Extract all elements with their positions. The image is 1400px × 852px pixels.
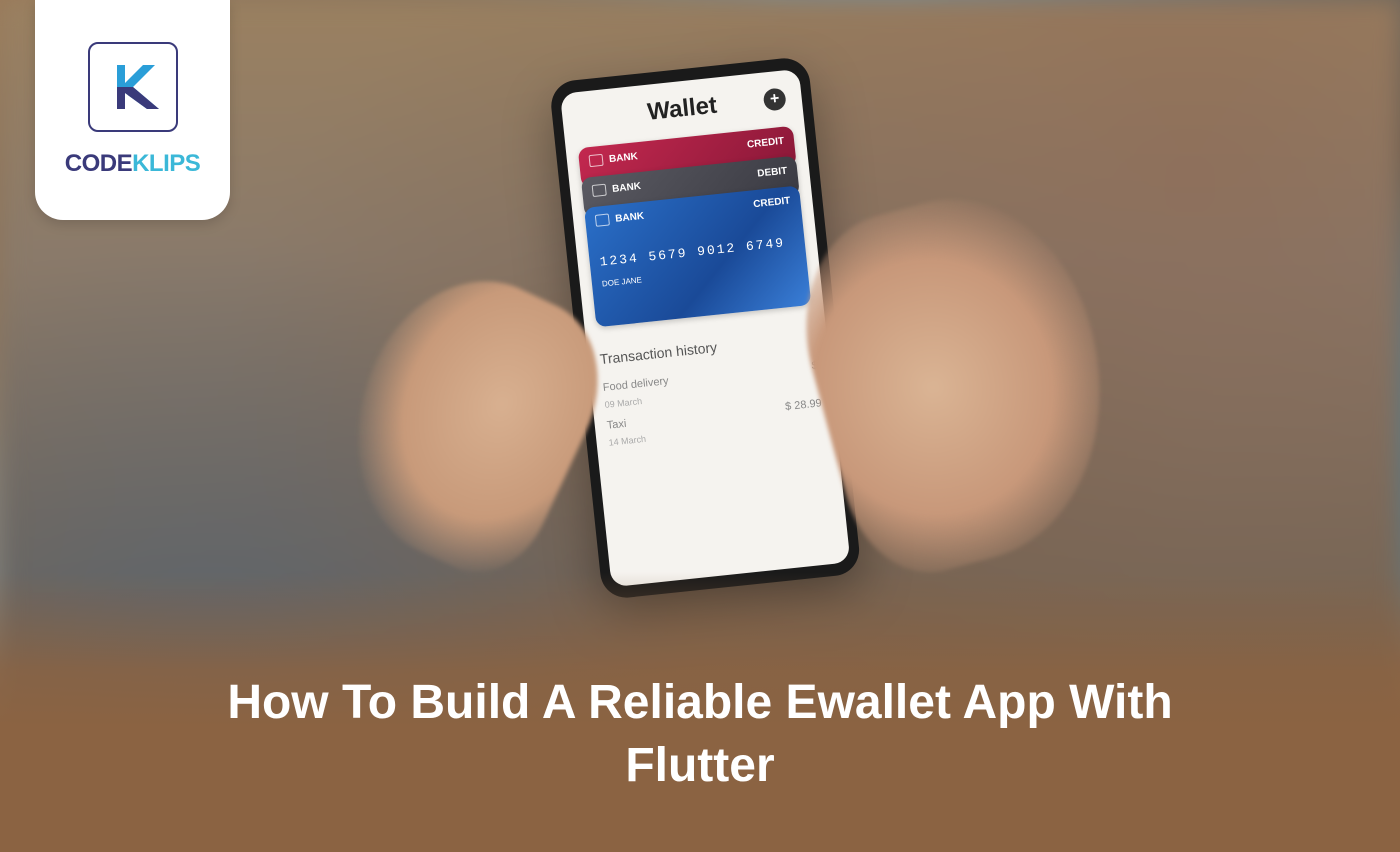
card-bank-label: BANK: [595, 210, 645, 227]
logo-card: CODEKLIPS: [35, 0, 230, 220]
wallet-title: Wallet: [646, 92, 718, 127]
transaction-label: Taxi: [606, 418, 627, 432]
logo-text-code: CODE: [65, 150, 132, 177]
bank-card-credit-blue: BANK CREDIT 1234 5679 9012 6749 DOE JANE: [584, 186, 811, 328]
logo-text-klips: KLIPS: [132, 150, 200, 177]
chip-icon: [589, 154, 604, 167]
transaction-section: Transaction history Food delivery $ 09 M…: [598, 321, 824, 453]
logo-k-icon: [103, 57, 163, 117]
logo-text: CODEKLIPS: [65, 150, 201, 178]
chip-icon: [595, 214, 610, 227]
cards-stack: BANK CREDIT BANK DEBIT BANK CREDIT: [578, 126, 812, 328]
card-type: DEBIT: [757, 165, 788, 179]
card-bank-label: BANK: [592, 180, 642, 197]
main-title: How To Build A Reliable Ewallet App With…: [150, 672, 1250, 797]
wallet-header: Wallet +: [573, 84, 791, 134]
card-bank-label: BANK: [589, 150, 639, 167]
card-type: CREDIT: [753, 195, 791, 210]
title-overlay: How To Build A Reliable Ewallet App With…: [0, 572, 1400, 852]
chip-icon: [592, 184, 607, 197]
plus-icon: +: [763, 88, 787, 112]
card-type: CREDIT: [746, 135, 784, 150]
hero-image: CODEKLIPS Wallet + BANK CREDIT: [0, 0, 1400, 852]
logo-mark-icon: [88, 42, 178, 132]
